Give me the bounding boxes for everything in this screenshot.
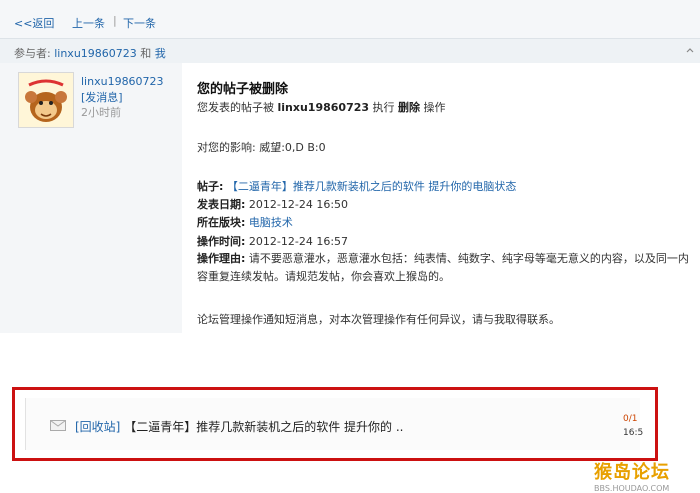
reply-count: 0/1	[623, 414, 638, 424]
summary-suffix: 操作	[423, 101, 446, 114]
summary-mid: 执行	[372, 101, 395, 114]
nav-separator: |	[113, 14, 117, 27]
send-message-link[interactable]: [发消息]	[81, 89, 123, 105]
participants-label-text: 参与者:	[14, 47, 51, 60]
sender-name-link[interactable]: linxu19860723	[81, 75, 164, 88]
watermark-url: BBS.HOUDAO.COM	[594, 484, 670, 493]
summary-prefix: 您发表的帖子被	[197, 101, 274, 114]
back-link[interactable]: <<返回	[14, 15, 54, 31]
summary-action: 删除	[398, 101, 421, 114]
participant-me-link[interactable]: 我	[155, 47, 166, 60]
participants-label: 参与者: linxu19860723 和 我	[14, 45, 166, 61]
reason-row: 操作理由: 请不要恶意灌水，恶意灌水包括：纯表情、纯数字、纯字母等毫无意义的内容…	[197, 250, 697, 286]
next-link[interactable]: 下一条	[123, 15, 156, 31]
post-row: 帖子: 【二逼青年】推荐几款新装机之后的软件 提升你的电脑状态	[197, 178, 516, 194]
date-row: 发表日期: 2012-12-24 16:50	[197, 196, 348, 212]
op-time: 2012-12-24 16:57	[248, 235, 349, 248]
list-item-time: 16:5	[623, 428, 644, 438]
summary-user: linxu19860723	[277, 101, 370, 114]
recycle-bin-tag[interactable]: [回收站]	[75, 420, 120, 434]
top-navigation: <<返回 上一条 | 下一条	[0, 0, 700, 38]
op-time-label: 操作时间:	[197, 235, 246, 248]
board-row: 所在版块: 电脑技术	[197, 214, 293, 230]
date-label: 发表日期:	[197, 198, 246, 211]
sender-avatar[interactable]	[18, 72, 74, 128]
reason-label: 操作理由:	[197, 252, 246, 265]
site-watermark: 猴岛论坛 BBS.HOUDAO.COM	[594, 458, 670, 493]
sent-time: 2小时前	[81, 106, 121, 119]
post-date: 2012-12-24 16:50	[248, 198, 349, 211]
post-label: 帖子:	[197, 180, 224, 193]
footer-note: 论坛管理操作通知短消息，对本次管理操作有任何异议，请与我取得联系。	[197, 313, 560, 326]
board-link[interactable]: 电脑技术	[249, 216, 293, 229]
previous-link[interactable]: 上一条	[72, 15, 105, 31]
expand-icon[interactable]	[686, 47, 694, 55]
message-title: 您的帖子被删除	[197, 82, 289, 97]
watermark-title: 猴岛论坛	[594, 462, 670, 483]
board-label: 所在版块:	[197, 216, 246, 229]
highlighted-message-row: [回收站] 【二逼青年】推荐几款新装机之后的软件 提升你的 .. 0/1 16:…	[12, 387, 658, 461]
participants-and: 和	[140, 47, 152, 60]
impact-line: 对您的影响: 威望:0,D B:0	[197, 141, 326, 154]
list-item-line: [回收站] 【二逼青年】推荐几款新装机之后的软件 提升你的 ..	[75, 418, 403, 435]
deletion-summary: 您发表的帖子被 linxu19860723 执行 删除 操作	[197, 99, 446, 115]
op-time-row: 操作时间: 2012-12-24 16:57	[197, 233, 348, 249]
list-item-title[interactable]: 【二逼青年】推荐几款新装机之后的软件 提升你的 ..	[124, 420, 403, 434]
reason-text: 请不要恶意灌水，恶意灌水包括：纯表情、纯数字、纯字母等毫无意义的内容，以及同一内…	[197, 252, 689, 283]
participant-user-link[interactable]: linxu19860723	[54, 47, 137, 60]
participants-bar: 参与者: linxu19860723 和 我	[0, 38, 700, 64]
monkey-avatar-icon	[19, 73, 73, 127]
envelope-icon	[50, 420, 66, 431]
post-title-link[interactable]: 【二逼青年】推荐几款新装机之后的软件 提升你的电脑状态	[227, 180, 517, 193]
